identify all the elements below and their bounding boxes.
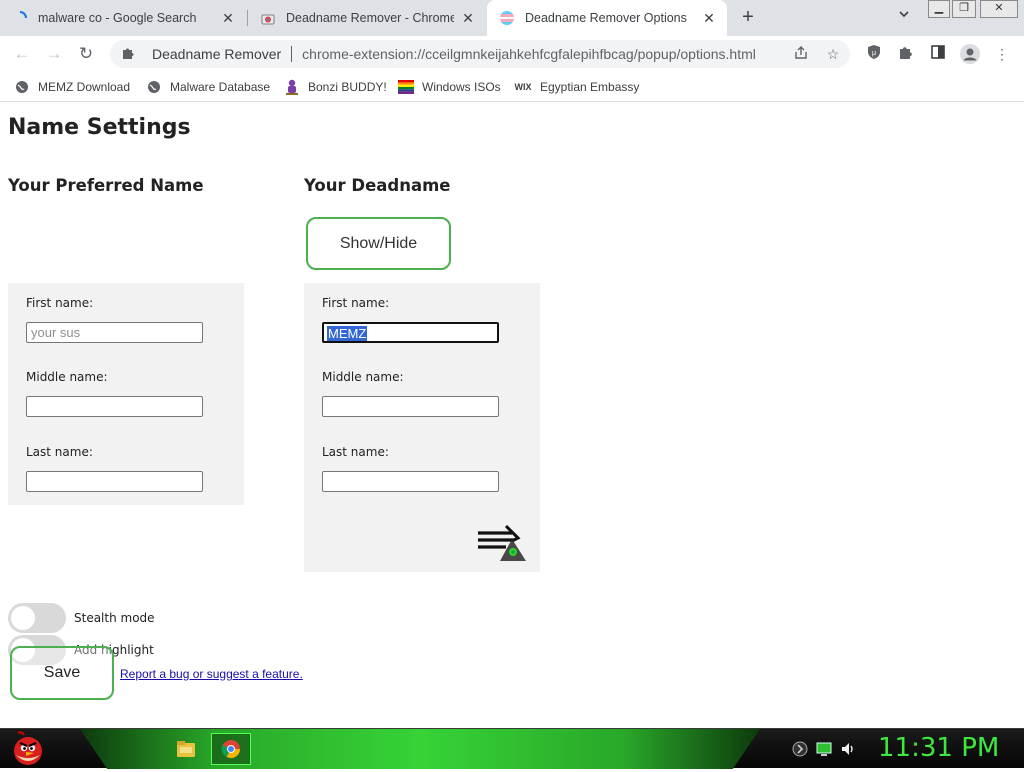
loading-spinner-icon bbox=[12, 10, 28, 26]
taskbar: 11:31 PM bbox=[0, 728, 1024, 769]
globe-icon bbox=[14, 79, 30, 95]
tray-network-icon[interactable] bbox=[792, 741, 808, 757]
share-icon[interactable] bbox=[792, 45, 810, 63]
file-explorer-icon[interactable] bbox=[166, 733, 206, 765]
wix-icon: WIX bbox=[514, 82, 532, 92]
bookmark-label: MEMZ Download bbox=[38, 80, 131, 94]
chrome-taskbar-icon[interactable] bbox=[211, 733, 251, 765]
tab-options[interactable]: Deadname Remover Options ✕ bbox=[487, 0, 727, 36]
deadname-heading: Your Deadname bbox=[304, 176, 451, 195]
bookmark-label: Egyptian Embassy bbox=[540, 80, 640, 94]
omnibox-divider bbox=[291, 46, 293, 62]
ublock-shield-icon[interactable]: μ bbox=[864, 44, 884, 64]
kebab-menu-icon[interactable]: ⋮ bbox=[992, 44, 1012, 64]
reload-icon[interactable]: ↻ bbox=[74, 42, 98, 66]
toggle-knob bbox=[11, 606, 35, 630]
omnibox[interactable]: Deadname Remover chrome-extension://ccei… bbox=[110, 40, 850, 68]
minimize-icon[interactable]: ▁ bbox=[928, 0, 950, 18]
deadname-last-name-input[interactable] bbox=[322, 471, 499, 492]
side-panel-icon[interactable] bbox=[928, 44, 948, 64]
tab-close-icon[interactable]: ✕ bbox=[701, 10, 717, 26]
stealth-mode-toggle[interactable] bbox=[8, 603, 66, 633]
tab-strip: malware co - Google Search ✕ Deadname Re… bbox=[0, 0, 1024, 36]
busy-cursor-icon bbox=[476, 523, 532, 567]
deadname-first-label: First name: bbox=[322, 296, 390, 310]
rainbow-flag-icon bbox=[398, 79, 414, 95]
profile-avatar-icon[interactable] bbox=[960, 44, 980, 64]
extensions-puzzle-icon[interactable] bbox=[896, 44, 916, 64]
page-title: Name Settings bbox=[8, 115, 191, 140]
bookmark-label: Bonzi BUDDY! bbox=[308, 80, 387, 94]
tab-close-icon[interactable]: ✕ bbox=[220, 10, 236, 26]
forward-arrow-icon[interactable]: → bbox=[42, 42, 66, 66]
chrome-web-store-icon bbox=[260, 10, 276, 26]
tab-title: Deadname Remover - Chrome W bbox=[286, 11, 454, 25]
browser-toolbar: ← → ↻ Deadname Remover chrome-extension:… bbox=[0, 36, 1024, 72]
taskbar-clock[interactable]: 11:31 PM bbox=[878, 733, 999, 763]
tray-monitor-icon[interactable] bbox=[816, 741, 832, 757]
tab-close-icon[interactable]: ✕ bbox=[460, 10, 476, 26]
tab-google-search[interactable]: malware co - Google Search ✕ bbox=[0, 0, 246, 36]
bookmark-bonzi-buddy[interactable]: Bonzi BUDDY! bbox=[284, 76, 387, 98]
trans-flag-icon bbox=[499, 10, 515, 26]
deadname-middle-label: Middle name: bbox=[322, 370, 404, 384]
selected-text: MEMZ bbox=[327, 326, 368, 341]
bookmark-label: Malware Database bbox=[170, 80, 271, 94]
volume-icon[interactable] bbox=[840, 741, 856, 757]
new-tab-icon[interactable]: + bbox=[736, 6, 760, 30]
stealth-mode-label: Stealth mode bbox=[74, 611, 155, 625]
preferred-name-heading: Your Preferred Name bbox=[8, 176, 204, 195]
deadname-last-label: Last name: bbox=[322, 445, 389, 459]
bookmark-malware-database[interactable]: Malware Database bbox=[146, 76, 270, 98]
preferred-last-label: Last name: bbox=[26, 445, 93, 459]
preferred-last-name-input[interactable] bbox=[26, 471, 203, 492]
tab-title: Deadname Remover Options bbox=[525, 11, 687, 25]
bookmark-memz[interactable]: MEMZ Download bbox=[14, 76, 130, 98]
bookmark-windows-isos[interactable]: Windows ISOs bbox=[398, 76, 501, 98]
restore-icon[interactable]: ❐ bbox=[952, 0, 976, 18]
save-button[interactable]: Save bbox=[10, 646, 114, 700]
preferred-first-label: First name: bbox=[26, 296, 94, 310]
tab-web-store[interactable]: Deadname Remover - Chrome W ✕ bbox=[248, 0, 486, 36]
omnibox-url: chrome-extension://cceilgmnkeijahkehfcgf… bbox=[302, 46, 756, 62]
options-page: Name Settings Your Preferred Name Your D… bbox=[0, 103, 1024, 728]
tab-title: malware co - Google Search bbox=[38, 11, 197, 25]
preferred-middle-name-input[interactable] bbox=[26, 396, 203, 417]
window-close-icon[interactable]: ✕ bbox=[980, 0, 1018, 18]
omnibox-site-name: Deadname Remover bbox=[152, 46, 282, 62]
bookmark-star-icon[interactable]: ☆ bbox=[824, 45, 842, 63]
preferred-middle-label: Middle name: bbox=[26, 370, 108, 384]
bookmark-egyptian-embassy[interactable]: WIX Egyptian Embassy bbox=[514, 76, 640, 98]
preferred-first-name-input[interactable]: your sus bbox=[26, 322, 203, 343]
report-bug-link[interactable]: Report a bug or suggest a feature. bbox=[120, 667, 303, 681]
svg-text:μ: μ bbox=[872, 50, 876, 57]
globe-icon bbox=[146, 79, 162, 95]
angry-bird-start-icon[interactable] bbox=[8, 731, 48, 767]
deadname-first-name-input[interactable]: MEMZ bbox=[322, 322, 499, 343]
preferred-name-panel: First name: your sus Middle name: Last n… bbox=[8, 283, 244, 505]
bonzi-icon bbox=[284, 79, 300, 95]
deadname-middle-name-input[interactable] bbox=[322, 396, 499, 417]
back-arrow-icon[interactable]: ← bbox=[10, 42, 34, 66]
deadname-panel: First name: MEMZ Middle name: Last name: bbox=[304, 283, 540, 572]
bookmark-label: Windows ISOs bbox=[422, 80, 501, 94]
show-hide-button[interactable]: Show/Hide bbox=[306, 217, 451, 270]
bookmarks-bar: MEMZ Download Malware Database Bonzi BUD… bbox=[0, 72, 1024, 102]
puzzle-icon bbox=[120, 46, 136, 63]
tab-search-chevron-icon[interactable] bbox=[894, 8, 914, 28]
